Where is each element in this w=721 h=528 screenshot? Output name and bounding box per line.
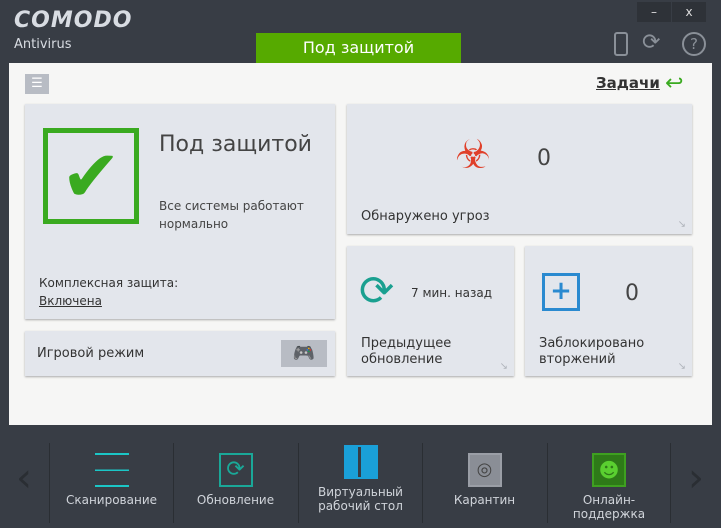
scan-icon xyxy=(94,453,129,487)
close-button[interactable]: x xyxy=(672,2,706,22)
tool-quarantine[interactable]: ◎ Карантин xyxy=(422,443,546,523)
tool-update[interactable]: ⟳ Обновление xyxy=(173,443,297,523)
complex-value-link[interactable]: Включена xyxy=(39,294,102,308)
check-icon: ✔ xyxy=(43,128,139,224)
threats-label: Обнаружено угроз xyxy=(361,209,490,224)
shield-plus-icon: + xyxy=(542,273,580,311)
threats-count: 0 xyxy=(537,146,551,171)
status-banner: Под защитой xyxy=(256,33,461,63)
update-cycle-icon: ⟳ xyxy=(359,266,395,315)
tool-label: Сканирование xyxy=(65,493,158,507)
update-time: 7 мин. назад xyxy=(411,286,493,300)
intrusions-label: Заблокировано вторжений xyxy=(539,336,645,367)
update-icon: ⟳ xyxy=(218,453,253,487)
help-icon[interactable]: ? xyxy=(682,32,706,56)
complex-label: Комплексная защита: xyxy=(39,276,179,290)
tasks-link[interactable]: Задачи xyxy=(596,74,660,92)
tasks-arrow-icon[interactable]: ↩ xyxy=(665,71,683,96)
support-icon: ☻ xyxy=(592,453,626,487)
bottom-toolbar: ‹ Сканирование ⟳ Обновление Виртуальный р… xyxy=(0,425,721,528)
quarantine-icon: ◎ xyxy=(467,453,502,487)
intrusions-count: 0 xyxy=(625,281,639,306)
protection-title: Под защитой xyxy=(159,132,312,157)
tool-label: Онлайн-поддержка xyxy=(572,493,646,521)
tool-virtual-desktop[interactable]: Виртуальный рабочий стол xyxy=(298,443,422,523)
tool-label: Карантин xyxy=(453,493,516,507)
gamepad-icon[interactable]: 🎮 xyxy=(281,340,327,367)
tool-support[interactable]: ☻ Онлайн-поддержка xyxy=(547,443,671,523)
tool-label: Виртуальный рабочий стол xyxy=(318,485,403,513)
refresh-icon[interactable]: ⟳ xyxy=(642,30,660,55)
product-name: Antivirus xyxy=(14,37,72,52)
mobile-icon[interactable] xyxy=(614,32,628,56)
expand-arrow-icon: ↘ xyxy=(677,361,686,372)
expand-arrow-icon: ↘ xyxy=(499,361,508,372)
scroll-right-button[interactable]: › xyxy=(688,455,704,501)
brand-logo: COMODO xyxy=(14,8,133,33)
main-panel: ☰ Задачи ↩ ✔ Под защитой Все системы раб… xyxy=(9,63,712,425)
tool-scan[interactable]: Сканирование xyxy=(49,443,173,523)
update-label: Предыдущее обновление xyxy=(361,336,452,367)
settings-icon[interactable]: ☰ xyxy=(25,74,49,94)
threats-card[interactable]: ☣ 0 Обнаружено угроз ↘ xyxy=(347,104,692,234)
update-card[interactable]: ⟳ 7 мин. назад Предыдущее обновление ↘ xyxy=(347,246,514,376)
biohazard-icon: ☣ xyxy=(455,132,491,178)
protection-desc: Все системы работают нормально xyxy=(159,199,304,231)
expand-arrow-icon: ↘ xyxy=(677,219,686,230)
virtual-desktop-icon xyxy=(343,445,378,479)
scroll-left-button[interactable]: ‹ xyxy=(16,455,32,501)
game-mode-label: Игровой режим xyxy=(37,346,145,361)
intrusions-card[interactable]: + 0 Заблокировано вторжений ↘ xyxy=(525,246,692,376)
tool-label: Обновление xyxy=(196,493,275,507)
game-mode-card[interactable]: Игровой режим 🎮 xyxy=(25,331,335,376)
minimize-button[interactable]: – xyxy=(637,2,671,22)
protection-card[interactable]: ✔ Под защитой Все системы работают норма… xyxy=(25,104,335,319)
